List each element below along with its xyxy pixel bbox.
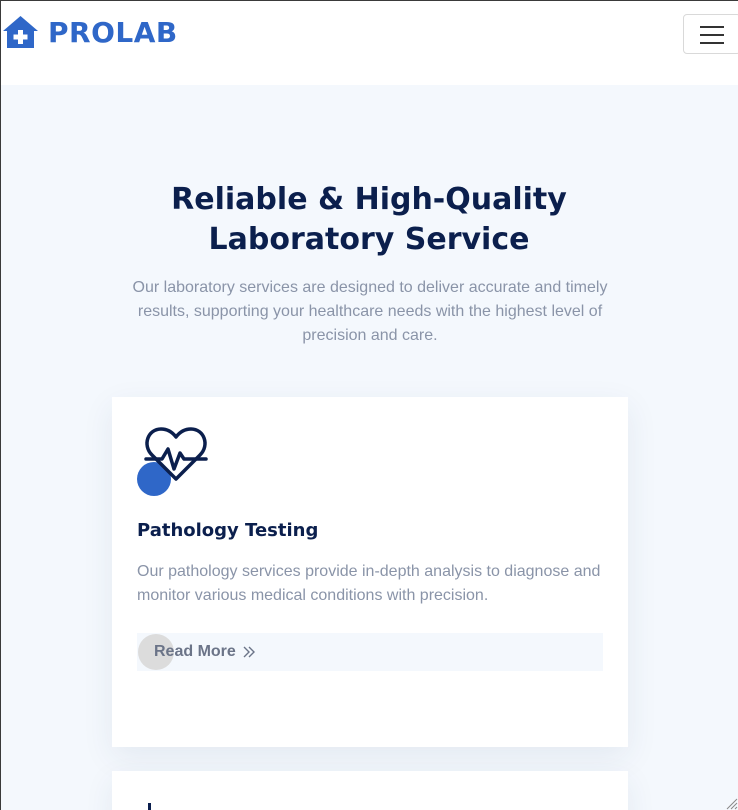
card-description: Our pathology services provide in-depth … xyxy=(137,563,601,604)
read-more-label: Read More xyxy=(154,643,236,660)
resize-grip-icon[interactable] xyxy=(724,796,738,810)
section-title-line2: Laboratory Service xyxy=(208,222,530,257)
section-title: Reliable & High-Quality Laboratory Servi… xyxy=(0,180,738,260)
heartbeat-icon xyxy=(144,427,208,481)
service-card-partial xyxy=(112,771,628,810)
brand-logo[interactable]: PROLAB xyxy=(2,15,178,49)
card-title: Pathology Testing xyxy=(137,520,319,541)
double-chevron-right-icon xyxy=(243,646,255,658)
service-card: Pathology Testing Our pathology services… xyxy=(112,397,628,747)
site-header: PROLAB xyxy=(0,0,738,85)
menu-toggle-button[interactable] xyxy=(683,14,738,54)
section-title-line1: Reliable & High-Quality xyxy=(171,182,567,217)
section-subtitle: Our laboratory services are designed to … xyxy=(132,279,608,344)
read-more-link[interactable]: Read More xyxy=(137,633,603,671)
hamburger-icon xyxy=(700,26,724,28)
partial-card-icon xyxy=(148,803,151,810)
home-plus-icon xyxy=(3,16,38,48)
brand-name: PROLAB xyxy=(48,15,178,49)
